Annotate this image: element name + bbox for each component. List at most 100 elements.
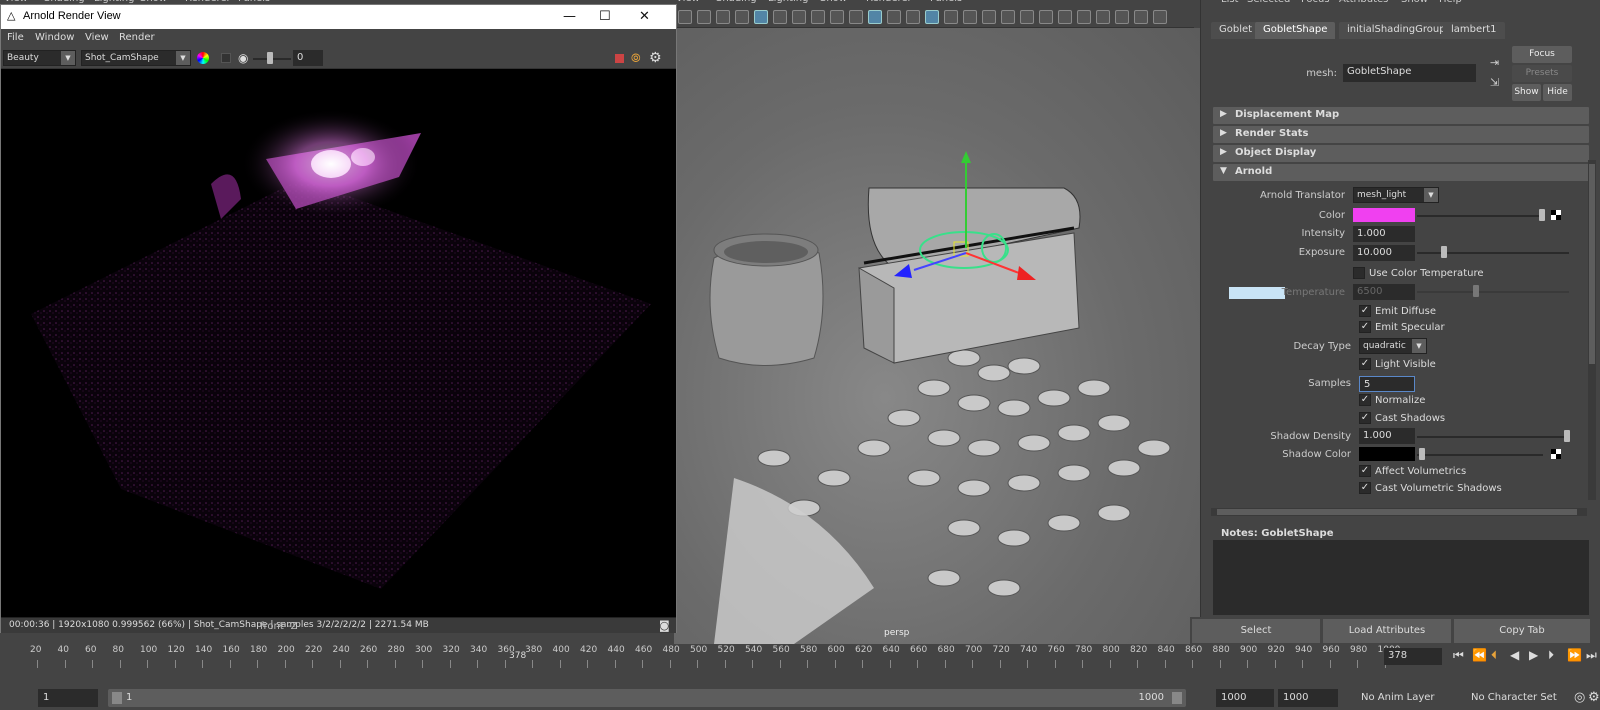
step-forward-icon[interactable]: ⏩ [1567, 648, 1582, 662]
anim-layer-dropdown[interactable]: No Anim Layer [1356, 689, 1460, 707]
range-end-field[interactable]: 1000 [1216, 689, 1274, 707]
camera-dropdown[interactable]: Shot_CamShape ▼ [81, 50, 191, 66]
viewport-tool-icon[interactable] [868, 10, 882, 24]
menu-view[interactable]: View [85, 32, 109, 43]
viewport-3d[interactable] [674, 28, 1200, 644]
range-end-handle[interactable] [1172, 692, 1182, 704]
copy-node-icon[interactable]: ⇲ [1490, 76, 1499, 89]
light-visible-checkbox[interactable]: ✓ [1359, 358, 1371, 370]
viewport-tool-icon[interactable] [754, 10, 768, 24]
color-swatch[interactable] [1353, 208, 1415, 222]
menu-item[interactable]: Panels [930, 0, 962, 4]
menu-item[interactable]: Lighting [768, 0, 808, 4]
temperature-slider-track[interactable] [1417, 291, 1569, 293]
viewport-tool-icon[interactable] [925, 10, 939, 24]
texture-map-icon[interactable] [1551, 210, 1561, 220]
menu-window[interactable]: Window [35, 32, 74, 43]
cast-volumetric-shadows-checkbox[interactable]: ✓ [1359, 482, 1371, 494]
lut-icon[interactable] [221, 53, 231, 63]
render-canvas[interactable] [1, 69, 676, 617]
temperature-field[interactable]: 6500 [1353, 284, 1415, 300]
viewport-tool-icon[interactable] [697, 10, 711, 24]
ae-vertical-scrollbar[interactable] [1588, 160, 1596, 500]
viewport-tool-icon[interactable] [1134, 10, 1148, 24]
tab-goblet[interactable]: Goblet [1211, 22, 1261, 39]
emit-diffuse-checkbox[interactable]: ✓ [1359, 305, 1371, 317]
copy-tab-button[interactable]: Copy Tab [1454, 619, 1590, 643]
preferences-icon[interactable]: ⚙ [1588, 690, 1600, 705]
viewport-tool-icon[interactable] [1077, 10, 1091, 24]
auto-key-icon[interactable]: ◎ [1574, 690, 1585, 705]
aov-dropdown[interactable]: Beauty ▼ [3, 50, 76, 66]
shadow-color-slider-knob[interactable] [1419, 448, 1425, 460]
color-slider-knob[interactable] [1539, 209, 1545, 221]
viewport-tool-icon[interactable] [982, 10, 996, 24]
section-render-stats[interactable]: ▶ Render Stats [1213, 126, 1589, 143]
prev-key-icon[interactable]: ⏴ [1491, 648, 1497, 663]
viewport-tool-icon[interactable] [963, 10, 977, 24]
focus-node-icon[interactable]: ⇥ [1490, 56, 1499, 69]
menu-item[interactable]: Focus [1301, 0, 1330, 5]
range-slider[interactable]: 1 1000 [108, 689, 1186, 707]
select-button[interactable]: Select [1192, 619, 1320, 643]
menu-item[interactable]: Shading [716, 0, 757, 4]
viewport-tool-icon[interactable] [1020, 10, 1034, 24]
intensity-field[interactable]: 1.000 [1353, 226, 1415, 242]
close-icon[interactable]: ✕ [639, 9, 650, 24]
mesh-name-field[interactable]: GobletShape [1343, 64, 1476, 82]
start-frame-field[interactable]: 1 [38, 689, 98, 707]
viewport-tool-icon[interactable] [1001, 10, 1015, 24]
shadow-color-swatch[interactable] [1359, 447, 1415, 461]
decay-type-dropdown[interactable]: quadratic ▼ [1359, 338, 1427, 354]
go-to-start-icon[interactable]: ⏮ [1453, 648, 1464, 663]
ae-horizontal-scrollbar[interactable] [1211, 508, 1587, 516]
affect-volumetrics-checkbox[interactable]: ✓ [1359, 465, 1371, 477]
gear-icon[interactable]: ⚙ [649, 50, 662, 66]
viewport-tool-icon[interactable] [1039, 10, 1053, 24]
menu-item[interactable]: List [1221, 0, 1238, 5]
viewport-tool-icon[interactable] [1096, 10, 1110, 24]
menu-item[interactable]: Renderer [866, 0, 912, 4]
next-key-icon[interactable]: ⏵ [1548, 648, 1554, 663]
scrollbar-thumb[interactable] [1217, 509, 1577, 515]
ipr-icon[interactable]: ⦾ [631, 51, 641, 66]
menu-item[interactable]: View [676, 0, 700, 4]
play-back-icon[interactable]: ◀ [1510, 648, 1519, 662]
viewport-tool-icon[interactable] [830, 10, 844, 24]
normalize-checkbox[interactable]: ✓ [1359, 394, 1371, 406]
viewport-tool-icon[interactable] [1115, 10, 1129, 24]
tab-gobletshape[interactable]: GobletShape [1255, 22, 1336, 39]
load-attributes-button[interactable]: Load Attributes [1323, 619, 1451, 643]
shadow-color-slider-track[interactable] [1417, 454, 1543, 456]
menu-item[interactable]: Attributes [1339, 0, 1388, 5]
emit-specular-checkbox[interactable]: ✓ [1359, 321, 1371, 333]
tab-initialshadinggroup[interactable]: initialShadingGroup [1339, 22, 1454, 39]
exposure-field[interactable]: 0 [293, 50, 323, 66]
shadow-density-slider-track[interactable] [1417, 436, 1567, 438]
shadow-density-field[interactable]: 1.000 [1359, 428, 1415, 444]
exposure-attr-field[interactable]: 10.000 [1353, 245, 1415, 261]
maximize-icon[interactable]: ☐ [599, 9, 611, 24]
section-object-display[interactable]: ▶ Object Display [1213, 145, 1589, 162]
menu-render[interactable]: Render [119, 32, 155, 43]
shadow-density-slider-knob[interactable] [1564, 430, 1570, 442]
viewport-tool-icon[interactable] [944, 10, 958, 24]
go-to-end-icon[interactable]: ⏭ [1586, 648, 1597, 663]
play-forward-icon[interactable]: ▶ [1529, 648, 1538, 662]
timeline[interactable]: 20 40 60 80 100 120 140 160 180 200 220 240 260 280 30… [0, 645, 1600, 669]
menu-file[interactable]: File [7, 32, 24, 43]
temperature-slider-knob[interactable] [1473, 285, 1479, 297]
color-channel-icon[interactable] [197, 52, 209, 64]
texture-map-icon[interactable] [1551, 449, 1561, 459]
exposure-attr-slider-knob[interactable] [1441, 246, 1447, 258]
character-set-dropdown[interactable]: No Character Set [1466, 689, 1572, 707]
render-view-titlebar[interactable]: △ Arnold Render View — ☐ ✕ [1, 5, 676, 29]
step-back-icon[interactable]: ⏪ [1472, 648, 1487, 662]
menu-item[interactable]: Selected [1247, 0, 1290, 5]
focus-button[interactable]: Focus [1512, 46, 1572, 63]
viewport-tool-icon[interactable] [811, 10, 825, 24]
viewport-tool-icon[interactable] [906, 10, 920, 24]
cast-shadows-checkbox[interactable]: ✓ [1359, 412, 1371, 424]
current-frame-field[interactable]: 378 [1384, 648, 1442, 665]
presets-button[interactable]: Presets [1512, 65, 1572, 82]
